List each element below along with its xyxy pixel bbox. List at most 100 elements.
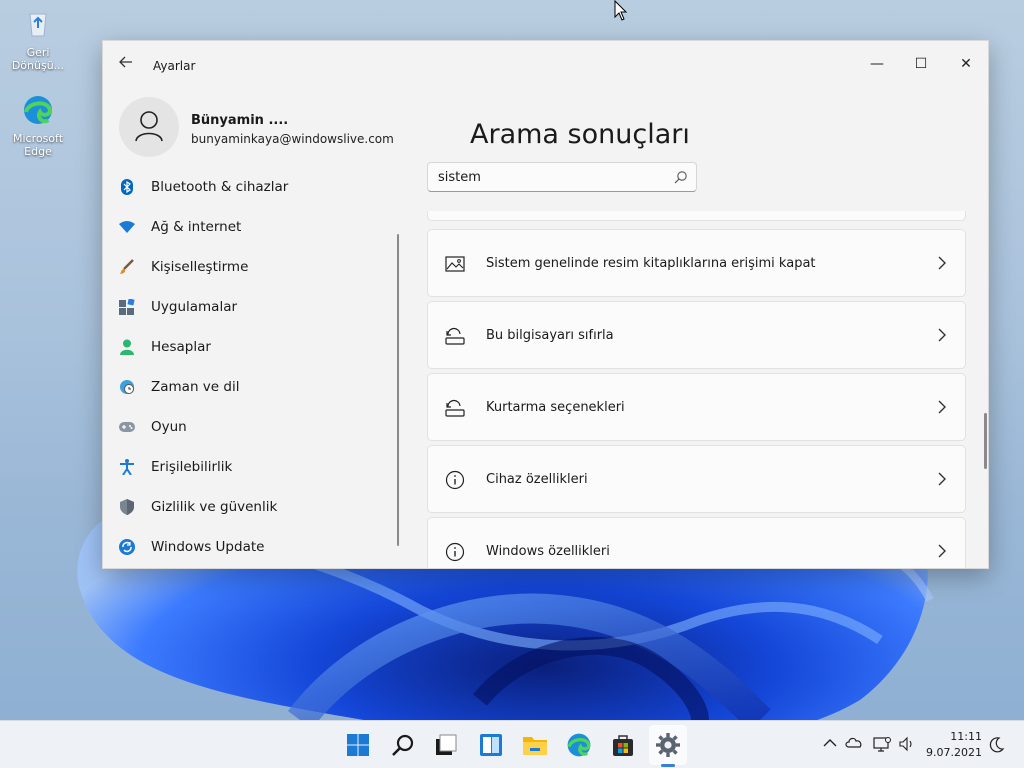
sidebar-item-label: Kişiselleştirme	[151, 259, 249, 275]
task-view-icon	[436, 734, 457, 755]
accessibility-icon	[119, 459, 135, 475]
recycle-bin-icon	[29, 13, 47, 37]
app-title: Ayarlar	[153, 59, 196, 73]
desktop-icon-label: Edge	[24, 145, 52, 158]
sidebar-item-apps[interactable]: Uygulamalar	[111, 287, 391, 327]
chevron-right-icon	[938, 256, 946, 270]
result-card-label: Kurtarma seçenekleri	[486, 400, 625, 415]
sidebar-item-time-language[interactable]: Zaman ve dil	[111, 367, 391, 407]
result-card[interactable]: Kurtarma seçenekleri	[427, 373, 966, 441]
taskbar-search-button[interactable]	[389, 731, 417, 759]
globe-clock-icon	[119, 379, 135, 395]
desktop-icon-recycle-bin[interactable]: Geri Dönüşü...	[6, 8, 70, 72]
desktop-icon-label: Dönüşü...	[11, 59, 65, 72]
sidebar-item-label: Bluetooth & cihazlar	[151, 179, 289, 195]
taskbar-active-indicator	[661, 764, 675, 767]
chevron-right-icon	[938, 400, 946, 414]
results-scrollbar[interactable]	[984, 413, 987, 469]
result-card[interactable]: Sistem genelinde resim kitaplıklarına er…	[427, 229, 966, 297]
search-icon[interactable]	[674, 170, 688, 184]
profile-email: bunyaminkaya@windowslive.com	[191, 132, 394, 146]
sidebar-item-gaming[interactable]: Oyun	[111, 407, 391, 447]
settings-window: Ayarlar — ☐ ✕ Bünyamin .... bunyaminkaya…	[102, 40, 989, 569]
apps-icon	[119, 299, 135, 315]
sidebar-item-network[interactable]: Ağ & internet	[111, 207, 391, 247]
clock-date[interactable]: 9.07.2021	[926, 746, 982, 759]
person-icon	[135, 111, 163, 142]
sidebar-nav: Bluetooth & cihazlar Ağ & internet Kişis…	[111, 167, 391, 567]
chevron-right-icon	[938, 472, 946, 486]
chevron-right-icon	[938, 328, 946, 342]
result-card-label: Bu bilgisayarı sıfırla	[486, 328, 614, 343]
result-card-partial[interactable]	[427, 211, 966, 221]
close-button[interactable]: ✕	[943, 49, 988, 79]
search-icon	[392, 734, 414, 756]
shield-icon	[119, 499, 135, 515]
sidebar-item-label: Windows Update	[151, 539, 265, 555]
person-icon	[119, 339, 135, 355]
network-button[interactable]	[873, 736, 891, 754]
search-input[interactable]: sistem	[427, 162, 697, 192]
store-button[interactable]	[609, 731, 637, 759]
maximize-button[interactable]: ☐	[898, 49, 944, 79]
taskbar: 11:11 9.07.2021	[0, 720, 1024, 768]
profile-name: Bünyamin ....	[191, 113, 289, 128]
widgets-button[interactable]	[477, 731, 505, 759]
task-view-button[interactable]	[432, 731, 460, 759]
result-card[interactable]: Bu bilgisayarı sıfırla	[427, 301, 966, 369]
avatar	[119, 97, 179, 157]
result-card-label: Sistem genelinde resim kitaplıklarına er…	[486, 256, 816, 271]
search-results-list: Sistem genelinde resim kitaplıklarına er…	[427, 211, 966, 568]
store-icon	[613, 735, 633, 756]
show-hidden-icons-button[interactable]	[821, 736, 839, 754]
focus-assist-button[interactable]	[987, 736, 1005, 754]
gamepad-icon	[119, 419, 135, 435]
result-card-label: Cihaz özellikleri	[486, 472, 588, 487]
settings-taskbar-button[interactable]	[654, 731, 682, 759]
back-button[interactable]	[115, 55, 137, 75]
chevron-right-icon	[938, 544, 946, 558]
sidebar-item-label: Zaman ve dil	[151, 379, 240, 395]
start-button[interactable]	[344, 731, 372, 759]
volume-button[interactable]	[898, 736, 916, 754]
sidebar-item-accessibility[interactable]: Erişilebilirlik	[111, 447, 391, 487]
settings-icon	[656, 733, 680, 757]
speaker-icon	[899, 736, 912, 752]
cloud-icon	[845, 737, 862, 748]
sidebar-item-windows-update[interactable]: Windows Update	[111, 527, 391, 567]
sidebar-scrollbar[interactable]	[397, 234, 399, 546]
file-explorer-button[interactable]	[521, 731, 549, 759]
sidebar-item-label: Erişilebilirlik	[151, 459, 233, 475]
bluetooth-icon	[119, 179, 135, 195]
result-card[interactable]: Cihaz özellikleri	[427, 445, 966, 513]
sidebar-item-label: Uygulamalar	[151, 299, 238, 315]
reset-pc-icon	[445, 327, 465, 345]
info-icon	[445, 470, 465, 490]
file-explorer-icon	[523, 737, 547, 755]
minimize-button[interactable]: —	[854, 49, 900, 79]
edge-icon	[567, 733, 591, 757]
sidebar-item-accounts[interactable]: Hesaplar	[111, 327, 391, 367]
desktop-icon-label: Geri	[26, 46, 50, 59]
wifi-icon	[119, 219, 135, 235]
brush-icon	[119, 259, 135, 275]
chevron-up-icon	[823, 739, 837, 747]
title-bar[interactable]: Ayarlar — ☐ ✕	[103, 41, 988, 85]
info-icon	[445, 542, 465, 562]
desktop-icon-edge[interactable]: Microsoft Edge	[6, 94, 70, 158]
onedrive-button[interactable]	[845, 736, 863, 754]
edge-icon	[24, 96, 53, 124]
recovery-icon	[445, 399, 465, 417]
start-icon	[347, 734, 369, 756]
sidebar-item-personalization[interactable]: Kişiselleştirme	[111, 247, 391, 287]
result-card[interactable]: Windows özellikleri	[427, 517, 966, 568]
moon-icon	[989, 737, 1005, 753]
edge-taskbar-button[interactable]	[565, 731, 593, 759]
sidebar-item-label: Gizlilik ve güvenlik	[151, 499, 278, 515]
sidebar-item-bluetooth[interactable]: Bluetooth & cihazlar	[111, 167, 391, 207]
clock-time[interactable]: 11:11	[950, 730, 982, 743]
sidebar-item-label: Oyun	[151, 419, 187, 435]
sidebar-item-label: Hesaplar	[151, 339, 211, 355]
sidebar-item-privacy-security[interactable]: Gizlilik ve güvenlik	[111, 487, 391, 527]
sidebar-item-label: Ağ & internet	[151, 219, 242, 235]
